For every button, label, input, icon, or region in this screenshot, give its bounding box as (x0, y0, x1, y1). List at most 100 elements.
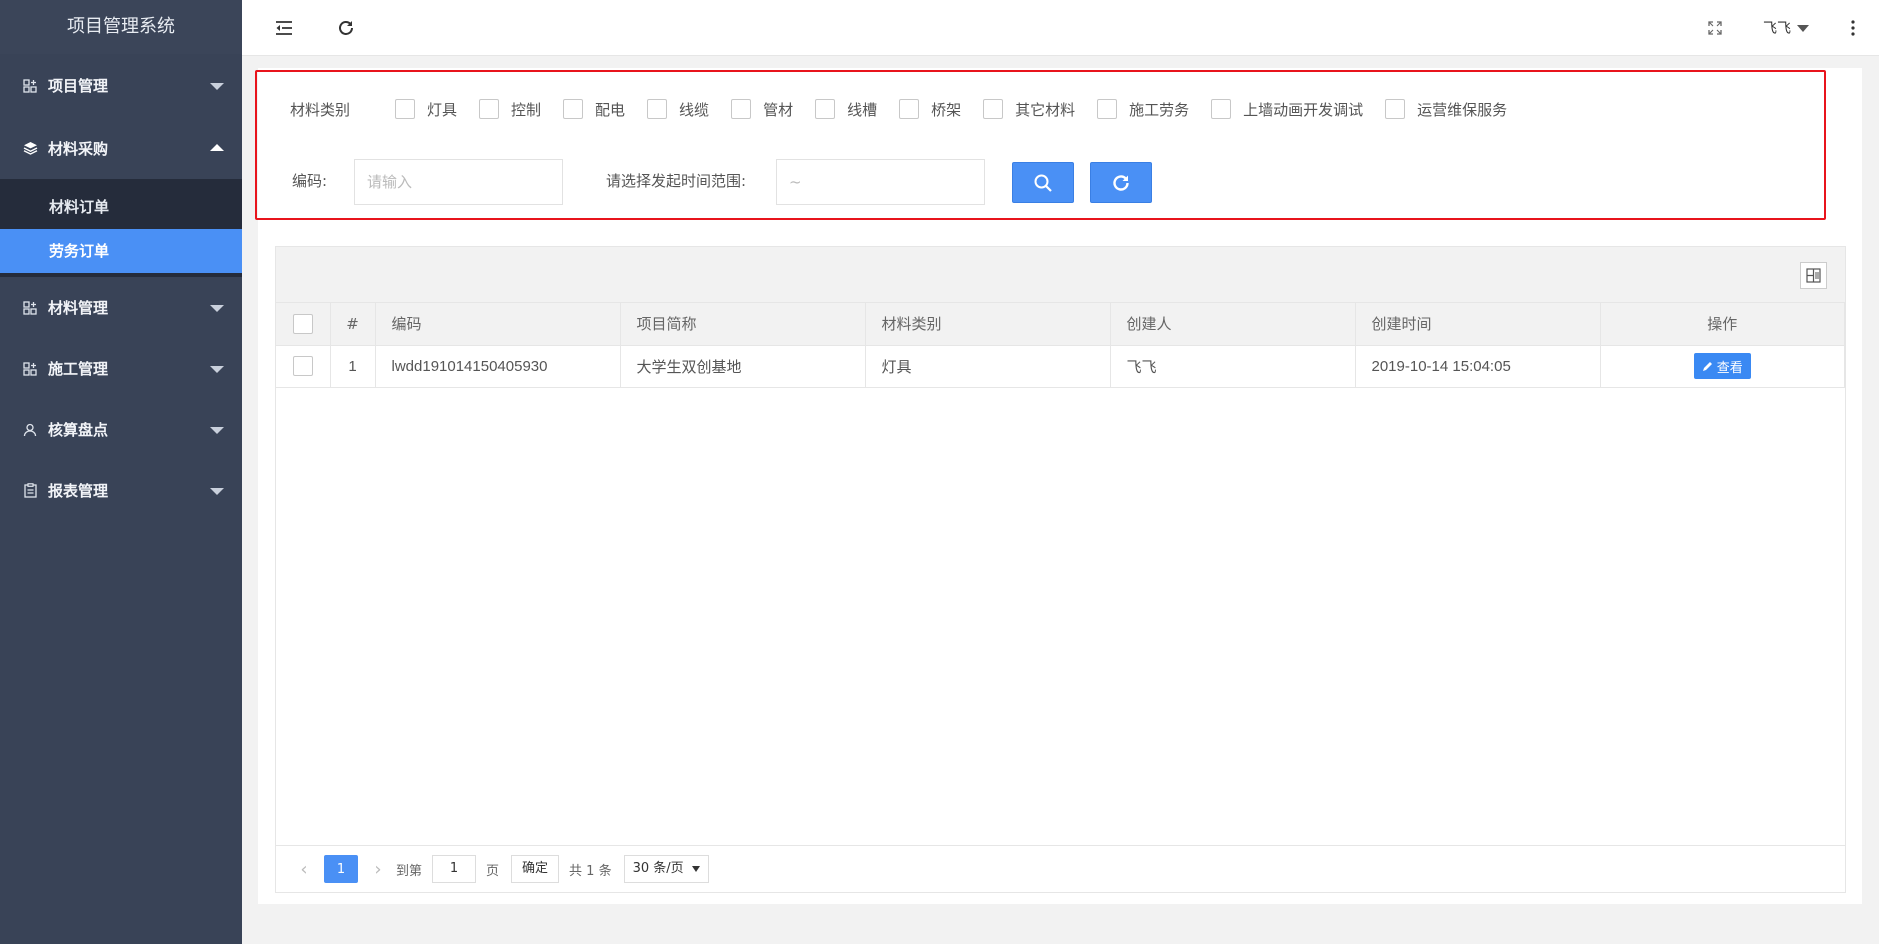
refresh-icon[interactable] (334, 16, 358, 40)
sidebar-subitem-labor-order[interactable]: 劳务订单 (0, 229, 242, 273)
page-label: 页 (486, 863, 500, 879)
more-vertical-icon[interactable] (1841, 16, 1865, 40)
table-header-row: # 编码 项目简称 材料类别 创建人 创建时间 操作 (276, 303, 1845, 346)
row-code: lwdd191014150405930 (375, 345, 621, 388)
chevron-down-icon (210, 304, 224, 312)
table-toolbar (276, 247, 1845, 303)
checkbox-label: 其它材料 (1015, 100, 1076, 119)
sidebar-subitem-material-order[interactable]: 材料订单 (0, 185, 242, 229)
sidebar-item-construction[interactable]: 施工管理 (0, 338, 242, 399)
search-button[interactable] (1012, 162, 1074, 203)
sidebar-item-accounting[interactable]: 核算盘点 (0, 399, 242, 460)
checkbox[interactable] (395, 99, 415, 119)
column-filter-button[interactable] (1800, 262, 1827, 289)
checkbox[interactable] (899, 99, 920, 119)
category-checkbox[interactable]: 控制 (479, 99, 541, 120)
checkbox[interactable] (563, 99, 584, 119)
checkbox-label: 配电 (595, 100, 626, 119)
row-actions: 查看 (1600, 345, 1845, 388)
view-button[interactable]: 查看 (1693, 353, 1751, 379)
reset-button[interactable] (1090, 162, 1152, 203)
category-checkbox[interactable]: 灯具 (395, 99, 457, 120)
search-icon (1034, 174, 1052, 192)
column-header[interactable]: 材料类别 (865, 303, 1111, 346)
category-checkbox[interactable]: 运营维保服务 (1385, 99, 1507, 120)
edit-icon (1702, 361, 1712, 371)
page-size-select[interactable]: 30 条/页 (623, 855, 709, 883)
sidebar-item-label: 报表管理 (48, 482, 109, 500)
grid-plus-icon (22, 361, 38, 377)
sidebar-item-label: 项目管理 (48, 77, 109, 95)
category-checkbox[interactable]: 上墙动画开发调试 (1211, 99, 1363, 120)
checkbox[interactable] (1211, 99, 1232, 119)
checkbox[interactable] (479, 99, 500, 119)
row-creator: 飞飞 (1110, 345, 1356, 388)
goto-page-input[interactable]: 1 (432, 855, 477, 883)
checkbox[interactable] (1097, 99, 1118, 119)
date-range-input[interactable]: ~ (776, 159, 985, 205)
user-menu[interactable]: 飞飞 (1763, 18, 1809, 38)
row-index: 1 (330, 345, 376, 388)
current-page[interactable]: 1 (324, 855, 358, 883)
sidebar-item-material-manage[interactable]: 材料管理 (0, 277, 242, 338)
layers-icon (22, 140, 38, 156)
sidebar-submenu: 材料订单 劳务订单 (0, 179, 242, 277)
sidebar-item-project[interactable]: 项目管理 (0, 54, 242, 117)
row-checkbox[interactable] (292, 356, 313, 376)
table-row: 1 lwdd191014150405930 大学生双创基地 灯具 飞飞 2019… (276, 345, 1845, 388)
category-checkbox[interactable]: 管材 (731, 99, 793, 120)
sidebar-item-material-purchase[interactable]: 材料采购 (0, 117, 242, 179)
sidebar-item-label: 施工管理 (48, 360, 109, 378)
fullscreen-icon[interactable] (1703, 16, 1727, 40)
grid-plus-icon (22, 300, 38, 316)
clipboard-icon (22, 483, 38, 499)
total-count: 共 1 条 (569, 863, 612, 879)
data-table: # 编码 项目简称 材料类别 创建人 创建时间 操作 1 lwdd1910141… (276, 303, 1845, 388)
user-icon (22, 422, 38, 438)
pagination: ‹ 1 › 到第 1 页 确定 共 1 条 30 条/页 (276, 845, 1845, 892)
category-checkbox[interactable]: 施工劳务 (1097, 99, 1189, 120)
checkbox-label: 管材 (763, 100, 794, 119)
menu-collapse-icon[interactable] (272, 16, 296, 40)
column-header[interactable]: 项目简称 (620, 303, 866, 346)
select-all-checkbox[interactable] (292, 313, 313, 334)
category-checkbox[interactable]: 线缆 (647, 99, 709, 120)
sidebar-item-label: 核算盘点 (48, 421, 109, 439)
checkbox[interactable] (731, 99, 752, 119)
view-button-label: 查看 (1716, 359, 1743, 375)
user-name: 飞飞 (1763, 21, 1791, 37)
row-select-cell (276, 345, 331, 388)
column-header[interactable]: 创建时间 (1355, 303, 1601, 346)
code-label: 编码: (292, 172, 328, 190)
checkbox[interactable] (983, 99, 1004, 119)
category-label: 材料类别 (290, 100, 351, 119)
chevron-down-icon (210, 365, 224, 373)
checkbox-label: 线槽 (847, 100, 878, 119)
prev-page-icon[interactable]: ‹ (292, 859, 316, 880)
category-checkbox[interactable]: 其它材料 (983, 99, 1075, 120)
column-header[interactable]: 编码 (375, 303, 621, 346)
column-header[interactable]: 创建人 (1110, 303, 1356, 346)
caret-down-icon (1797, 24, 1809, 32)
data-table-panel: # 编码 项目简称 材料类别 创建人 创建时间 操作 1 lwdd1910141… (275, 246, 1846, 893)
code-input[interactable]: 请输入 (354, 159, 563, 205)
checkbox-label: 施工劳务 (1129, 100, 1190, 119)
chevron-down-icon (210, 487, 224, 495)
sidebar-item-label: 材料采购 (48, 139, 109, 158)
goto-label: 到第 (396, 863, 423, 879)
checkbox-label: 运营维保服务 (1417, 100, 1508, 119)
row-created-time: 2019-10-14 15:04:05 (1355, 345, 1601, 388)
checkbox[interactable] (647, 99, 668, 119)
goto-confirm-button[interactable]: 确定 (511, 855, 560, 883)
next-page-icon[interactable]: › (366, 859, 390, 880)
category-checkbox[interactable]: 线槽 (815, 99, 877, 120)
checkbox[interactable] (1385, 99, 1406, 119)
category-checkbox[interactable]: 桥架 (899, 99, 961, 120)
category-checkbox[interactable]: 配电 (563, 99, 625, 120)
grid-plus-icon (22, 78, 38, 94)
sidebar-item-label: 材料管理 (48, 299, 109, 317)
date-range-label: 请选择发起时间范围: (606, 172, 747, 190)
sidebar-item-report[interactable]: 报表管理 (0, 460, 242, 521)
select-all-cell (276, 303, 331, 346)
checkbox[interactable] (815, 99, 836, 119)
